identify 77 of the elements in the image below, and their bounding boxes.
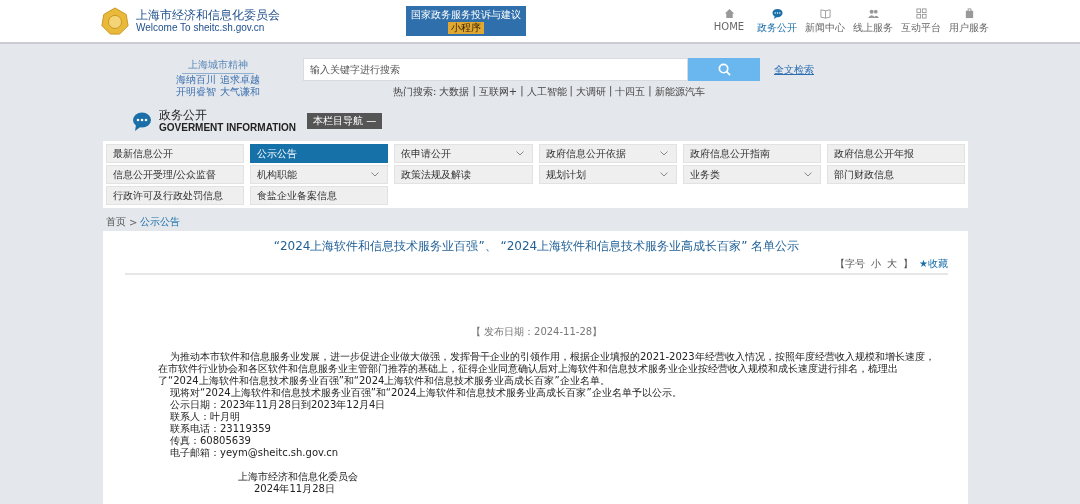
publish-date: 【 发布日期：2024-11-28】: [469, 325, 604, 339]
column-nav-button[interactable]: 本栏目导航 —: [307, 113, 383, 129]
article-title: “2024上海软件和信息技术服务业百强”、 “2024上海软件和信息技术服务业高成长百家” 名单公示: [272, 238, 801, 255]
chevron-down-icon: [803, 172, 812, 177]
chevron-down-icon: [371, 172, 380, 177]
chevron-down-icon: [659, 172, 668, 177]
chat-icon: [132, 111, 152, 131]
article-paragraph: 公示日期：2023年11月28日到2023年12月4日: [169, 399, 387, 411]
menu-item[interactable]: 政策法规及解读: [394, 165, 533, 184]
menu-item[interactable]: 政府信息公开依据: [538, 144, 677, 163]
hot-search-label: 热门搜索:: [393, 85, 437, 99]
nav-item[interactable]: 用户服务: [946, 7, 992, 35]
signature-line: 2024年11月28日: [253, 483, 336, 495]
font-small-link[interactable]: 小: [871, 257, 882, 271]
nav-item[interactable]: 政务公开: [754, 7, 800, 35]
search-icon: [717, 63, 731, 76]
nav-item[interactable]: 新闻中心: [802, 7, 848, 35]
hot-search-link[interactable]: 互联网+: [478, 85, 518, 99]
chevron-down-icon: [515, 151, 524, 156]
article-paragraph: 电子邮箱：yeym@sheitc.sh.gov.cn: [169, 447, 340, 459]
menu-item[interactable]: 政府信息公开年报: [826, 144, 965, 163]
people-icon: [867, 7, 879, 19]
search-field[interactable]: 输入关键字进行搜索: [303, 58, 688, 81]
menu-item[interactable]: 依申请公开: [394, 144, 533, 163]
signature-line: 上海市经济和信息化委员会: [237, 471, 359, 483]
hot-search-link[interactable]: 大调研: [575, 85, 606, 99]
emblem-logo: [100, 7, 130, 35]
separator-text: |: [569, 85, 573, 99]
menu-item[interactable]: 部门财政信息: [826, 165, 965, 184]
menu-item[interactable]: 机构职能: [250, 165, 389, 184]
spirit-title: 上海城市精神: [182, 58, 254, 74]
article-paragraph: 联系电话：23119359: [169, 423, 272, 435]
separator-text: |: [520, 85, 524, 99]
article-paragraph: 为推动本市软件和信息服务业发展，进一步促进企业做大做强，发挥骨干企业的引领作用，根据企业填报的2021-2023年经营收入情况，按照年度经营收入规模和增长速度，在市软件行业协会和各区软件和信息服务业主管部门推荐的基础上，征得企业同意确认后对上海软件和信息技术服务业企业按经营收入规模和成长速度进行排名，梳理出了“2024上海软件和信息技术服务业百强”和“2024上海软件和信息技术服务业高成长百家”企业名单。: [158, 351, 936, 387]
separator-text: |: [648, 85, 652, 99]
spirit-slogan: 开明睿智 大气谦和: [176, 86, 260, 98]
chevron-down-icon: [659, 151, 668, 156]
breadcrumb-link[interactable]: 公示公告: [140, 215, 181, 229]
separator-text: |: [608, 85, 613, 99]
hot-search-link[interactable]: 人工智能: [526, 85, 567, 99]
bracket-text: 】: [903, 257, 914, 271]
breadcrumb-separator: >: [129, 216, 138, 228]
site-title: 上海市经济和信息化委员会: [136, 8, 280, 22]
hot-search-link[interactable]: 十四五: [615, 85, 646, 99]
menu-item[interactable]: 行政许可及行政处罚信息: [106, 186, 245, 205]
nav-item[interactable]: 互动平台: [898, 7, 944, 35]
book-icon: [819, 7, 831, 19]
menu-item[interactable]: 业务类: [682, 165, 821, 184]
font-large-link[interactable]: 大: [887, 257, 898, 271]
menu-item[interactable]: 信息公开受理/公众监督: [106, 165, 245, 184]
spirit-slogan: 海纳百川 追求卓越: [176, 74, 260, 86]
menu-item[interactable]: 公示公告: [250, 144, 389, 163]
bag-icon: [963, 7, 975, 19]
fulltext-search-link[interactable]: 全文检索: [774, 62, 814, 77]
home-icon: [723, 7, 735, 19]
menu-item[interactable]: 政府信息公开指南: [682, 144, 821, 163]
separator-text: |: [472, 85, 476, 99]
section-subtitle: GOVERMENT INFORMATION: [159, 122, 297, 133]
menu-item[interactable]: 规划计划: [538, 165, 677, 184]
complaint-banner[interactable]: 国家政务服务投诉与建议 小程序: [406, 6, 526, 36]
article-paragraph: 联系人：叶月明: [169, 411, 241, 423]
site-subtitle: Welcome To sheitc.sh.gov.cn: [136, 22, 266, 34]
font-size-label: 【字号: [835, 257, 866, 271]
menu-item[interactable]: 食盐企业备案信息: [250, 186, 389, 205]
breadcrumb-link[interactable]: 首页: [106, 215, 126, 229]
menu-item[interactable]: 最新信息公开: [106, 144, 245, 163]
article-paragraph: 现将对“2024上海软件和信息技术服务业百强”和“2024上海软件和信息技术服务业高成长百家”企业名单予以公示。: [169, 387, 683, 399]
chat-icon: [771, 7, 783, 19]
nav-item[interactable]: HOME: [706, 7, 752, 35]
section-title: 政务公开: [159, 109, 208, 122]
article-paragraph: 传真：60805639: [169, 435, 252, 447]
hot-search-link[interactable]: 大数据: [439, 85, 470, 99]
grid-icon: [915, 7, 927, 19]
search-button[interactable]: [688, 58, 760, 81]
nav-item[interactable]: 线上服务: [850, 7, 896, 35]
favorite-link[interactable]: ★收藏: [919, 257, 948, 271]
hot-search-link[interactable]: 新能源汽车: [654, 85, 705, 99]
